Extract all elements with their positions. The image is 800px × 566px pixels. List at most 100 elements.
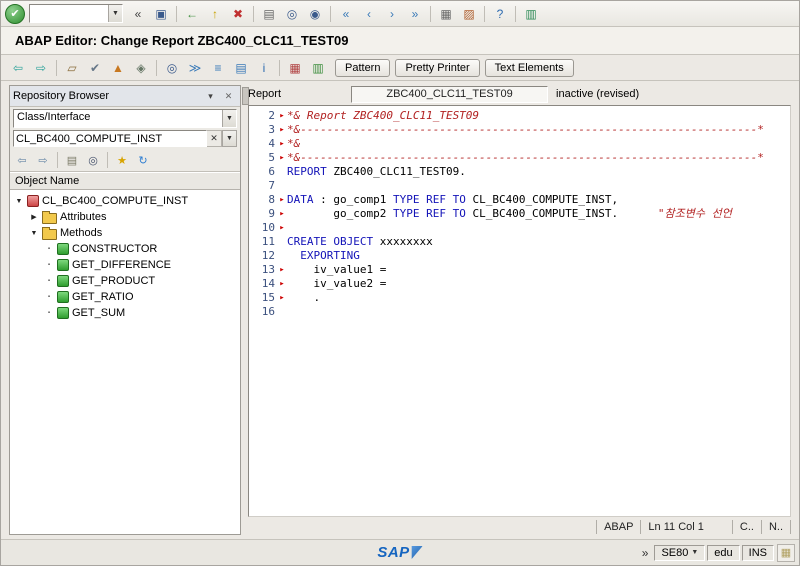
tree-item[interactable]: ▪ GET_SUM [10,305,240,321]
tree-item[interactable]: ▶ Attributes [10,209,240,225]
tree-item[interactable]: ▼ CL_BC400_COMPUTE_INST [10,193,240,209]
object-name-input[interactable] [13,130,207,147]
pretty-printer-button[interactable]: Pretty Printer [395,58,480,77]
tree-item[interactable]: ▪ GET_PRODUCT [10,273,240,289]
modified-line-marker: ▸ [279,279,285,289]
category-dropdown-icon[interactable]: ▼ [222,110,236,127]
find-icon[interactable]: ◎ [161,57,183,79]
class-icon [27,195,39,207]
browser-options-icon[interactable]: ▾ [202,88,219,105]
modified-line-marker [277,165,287,179]
report-name-field[interactable]: ZBC400_CLC11_TEST09 [351,85,549,103]
system-field[interactable]: SE80 ▼ [654,544,706,561]
expand-icon[interactable]: ▶ [29,213,39,221]
line-number: 7 [268,179,275,192]
worklist-icon[interactable]: ▦ [284,57,306,79]
test-icon[interactable]: ◈ [130,57,152,79]
object-name-row: ✕ ▼ [13,130,237,147]
code-line: 10 ▸ [251,221,790,235]
last-page-icon[interactable]: » [404,3,426,25]
sap-logo-text: SAP [377,544,410,561]
toolbar-separator [156,59,157,76]
page-down-icon[interactable]: › [381,3,403,25]
toolbar-separator [56,59,57,76]
back-icon[interactable]: ← [181,3,203,25]
command-input[interactable] [30,5,108,22]
help-icon[interactable]: ? [489,3,511,25]
display-object-icon[interactable]: ▤ [62,150,82,170]
line-number: 5 [268,151,275,164]
clear-icon[interactable]: ✕ [207,130,222,147]
editor-status-segment: ABAP [596,520,640,534]
next-object-icon[interactable]: ⇨ [33,150,53,170]
info-icon[interactable]: i [253,57,275,79]
collapse-icon[interactable]: ▼ [29,230,39,237]
favorites-icon[interactable]: ★ [112,150,132,170]
modified-line-marker: ▸ [279,111,285,121]
code-line: 6 REPORT ZBC400_CLC11_TEST09. [251,165,790,179]
tree-item[interactable]: ▪ CONSTRUCTOR [10,241,240,257]
command-field[interactable]: ▼ [29,4,123,23]
check-icon[interactable]: ✔ [84,57,106,79]
collapse-icon[interactable]: ▼ [14,198,24,205]
splitter-handle[interactable] [242,87,249,105]
statusbar-cells: SE80 ▼ edu INS [654,544,774,561]
object-tree: ▼ CL_BC400_COMPUTE_INST ▶ Attributes ▼ Method… [10,190,240,534]
tree-item-label: GET_RATIO [72,291,134,303]
command-dropdown-icon[interactable]: ▼ [108,5,122,22]
first-page-icon[interactable]: « [335,3,357,25]
tree-item-label: CONSTRUCTOR [72,243,158,255]
line-number: 10 [261,221,275,234]
code-line: 3 ▸ *&------------------------------------… [251,123,790,137]
navigation-window-icon[interactable]: ▤ [230,57,252,79]
code-line: 12 EXPORTING [251,249,790,263]
pattern-button[interactable]: Pattern [335,58,391,77]
code-editor[interactable]: 2 ▸ *& Report ZBC400_CLC11_TEST09 3 ▸ *&-----… [248,105,791,517]
tree-item[interactable]: ▼ Methods [10,225,240,241]
activate-icon[interactable]: ▲ [107,57,129,79]
tree-leaf-bullet: ▪ [47,294,51,300]
find-next-icon[interactable]: ◉ [304,3,326,25]
page-up-icon[interactable]: ‹ [358,3,380,25]
collapse-command-icon[interactable]: « [127,3,149,25]
enter-icon[interactable]: ✔ [5,3,25,24]
client-field[interactable]: edu [707,544,740,561]
create-shortcut-icon[interactable]: ▨ [458,3,480,25]
code-line: 11 CREATE OBJECT xxxxxxxx [251,235,790,249]
history-dropdown-icon[interactable]: ▼ [222,130,237,147]
browser-title: Repository Browser [13,90,109,102]
code-text: DATA : go_comp1 TYPE REF TO CL_BC400_COM… [287,193,619,206]
line-number: 8 [268,193,275,206]
line-number: 15 [261,291,275,304]
code-line: 5 ▸ *&------------------------------------… [251,151,790,165]
new-session-icon[interactable]: ▦ [435,3,457,25]
statusbar-expand-icon[interactable]: » [639,546,652,560]
find-icon[interactable]: ◎ [281,3,303,25]
find-icon[interactable]: ◎ [83,150,103,170]
sap-logo: SAP [377,544,423,561]
text-elements-button[interactable]: Text Elements [484,58,574,77]
back-icon[interactable]: ⇦ [7,57,29,79]
exit-icon[interactable]: ↑ [204,3,226,25]
cancel-icon[interactable]: ✖ [227,3,249,25]
display-list-icon[interactable]: ▥ [307,57,329,79]
where-used-icon[interactable]: ≫ [184,57,206,79]
previous-object-icon[interactable]: ⇦ [12,150,32,170]
display-change-icon[interactable]: ▱ [61,57,83,79]
print-icon[interactable]: ▤ [258,3,280,25]
close-browser-icon[interactable]: ✕ [220,88,237,105]
forward-icon[interactable]: ⇨ [30,57,52,79]
browser-category-select[interactable]: Class/Interface ▼ [13,109,237,128]
dropdown-icon[interactable]: ▼ [691,549,698,556]
object-list-icon[interactable]: ≡ [207,57,229,79]
save-icon[interactable]: ▣ [150,3,172,25]
insert-mode-field[interactable]: INS [741,544,774,561]
tree-item[interactable]: ▪ GET_RATIO [10,289,240,305]
response-monitor-icon[interactable]: ▦ [777,543,795,562]
panel-splitter[interactable] [241,85,249,535]
refresh-icon[interactable]: ↻ [133,150,153,170]
tree-leaf-bullet: ▪ [47,246,51,252]
local-layout-icon[interactable]: ▥ [520,3,542,25]
code-text: REPORT ZBC400_CLC11_TEST09. [287,165,466,178]
tree-item[interactable]: ▪ GET_DIFFERENCE [10,257,240,273]
